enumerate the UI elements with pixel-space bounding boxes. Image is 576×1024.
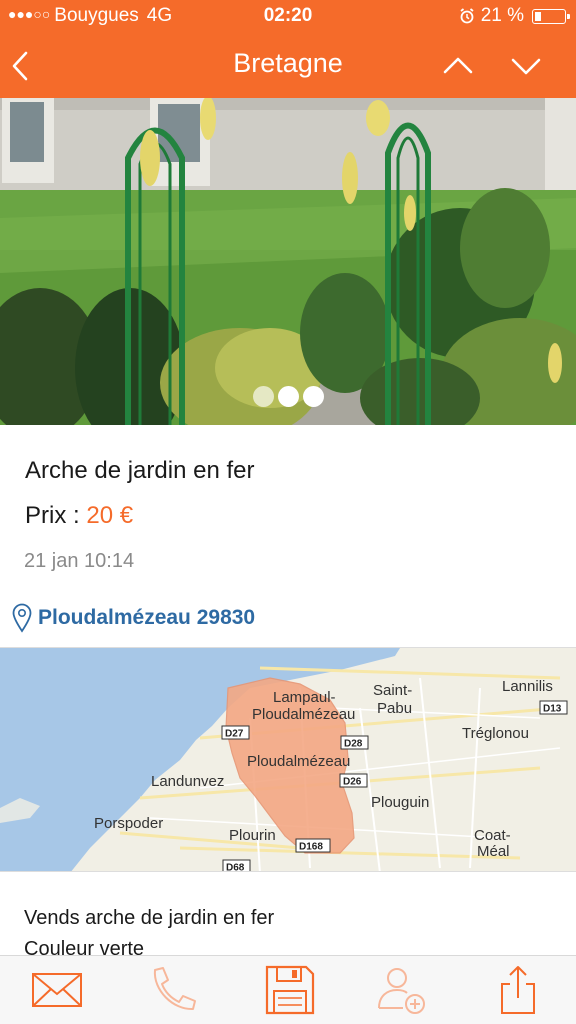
road-label: D13	[543, 704, 562, 715]
battery-percent: 21 %	[480, 5, 524, 26]
alarm-icon	[460, 8, 474, 24]
map-place-label: Plouguin	[371, 794, 429, 811]
road-label: D168	[299, 842, 323, 853]
envelope-icon	[32, 973, 82, 1007]
location-text: Ploudalmézeau 29830	[38, 606, 256, 629]
photo-pager	[0, 386, 576, 407]
save-icon	[265, 965, 315, 1015]
map-place-label: Tréglonou	[462, 725, 529, 742]
map-place-label: Coat-	[474, 827, 511, 844]
price-value: 20 €	[86, 502, 134, 529]
action-toolbar	[0, 955, 576, 1024]
pager-dot[interactable]	[277, 386, 299, 407]
navigation-bar: Bretagne	[0, 32, 576, 98]
message-button[interactable]	[30, 964, 86, 1016]
map-place-label: Saint-	[373, 682, 412, 699]
battery-icon	[532, 8, 570, 24]
map-graphic: Lampaul-PloudalmézeauSaint-PabuLannilisT…	[0, 648, 576, 873]
page-title: Bretagne	[233, 48, 343, 78]
status-right: 21 %	[459, 5, 570, 27]
description-line: Vends arche de jardin en fer	[24, 907, 275, 929]
battery-level	[535, 11, 541, 21]
road-label: D28	[344, 739, 363, 750]
listing-title: Arche de jardin en fer	[25, 457, 255, 484]
share-icon	[501, 966, 535, 1014]
listing-date: 21 jan 10:14	[24, 550, 135, 572]
location-link[interactable]: Ploudalmézeau 29830	[12, 603, 255, 633]
status-bar: ●●●○○ Bouygues 4G 02:20 21 %	[0, 0, 576, 32]
add-contact-button[interactable]	[375, 964, 431, 1016]
map-place-label: Pabu	[377, 700, 412, 717]
listing-photo	[0, 98, 576, 425]
call-button[interactable]	[145, 964, 201, 1016]
road-label: D26	[343, 777, 362, 788]
listing-photo-gallery[interactable]	[0, 98, 576, 425]
pager-dot[interactable]	[302, 386, 324, 407]
map-place-label: Ploudalmézeau	[247, 753, 350, 770]
map-place-label: Lampaul-	[273, 689, 336, 706]
map-place-label: Landunvez	[151, 773, 224, 790]
add-contact-icon	[378, 968, 425, 1014]
price-label: Prix :	[25, 502, 80, 529]
map-place-label: Méal	[477, 843, 510, 860]
price-row: Prix : 20 €	[25, 502, 133, 530]
location-map[interactable]: Lampaul- Ploudalmézeau Saint- Pabu Lannilis T…	[0, 647, 576, 872]
map-place-label: Lannilis	[502, 678, 553, 695]
map-place-label: Ploudalmézeau	[252, 706, 355, 723]
share-button[interactable]	[490, 964, 546, 1016]
save-button[interactable]	[262, 964, 318, 1016]
map-place-label: Plourin	[229, 827, 276, 844]
chevron-up-icon	[443, 57, 473, 74]
next-listing-button[interactable]	[506, 46, 546, 86]
road-label: D27	[225, 729, 244, 740]
phone-icon	[153, 967, 196, 1011]
previous-listing-button[interactable]	[438, 46, 478, 86]
map-place-label: Porspoder	[94, 815, 163, 832]
map-pin-icon	[12, 603, 32, 633]
road-label: D68	[226, 863, 245, 873]
pager-dot[interactable]	[252, 386, 274, 407]
chevron-down-icon	[511, 58, 541, 75]
